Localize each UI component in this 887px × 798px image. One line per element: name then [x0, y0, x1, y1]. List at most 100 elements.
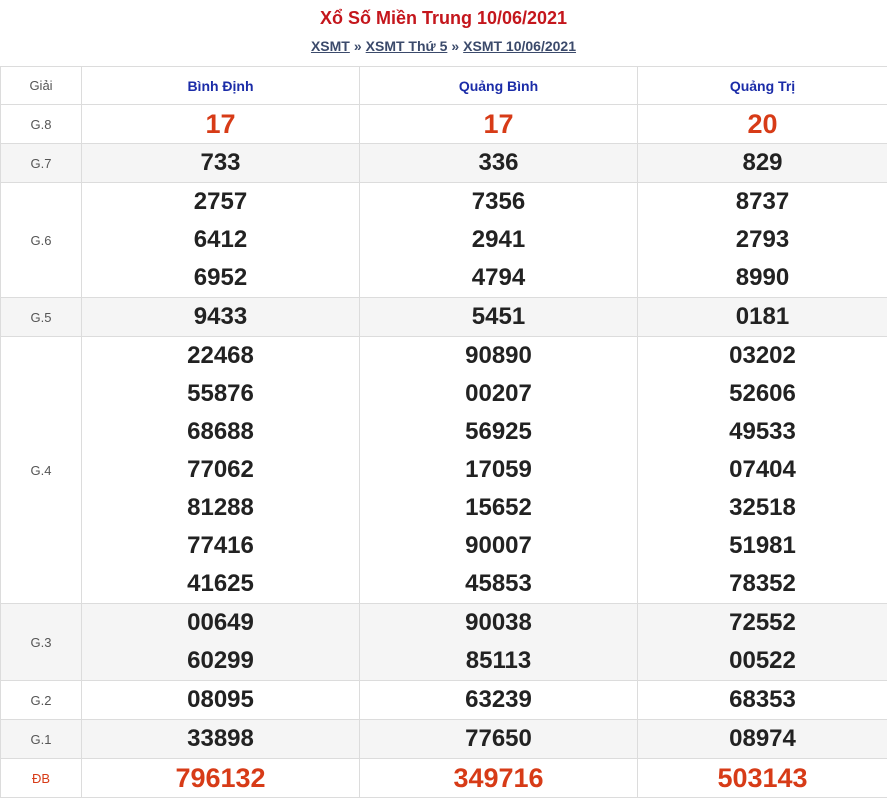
result-cell: 17 [360, 105, 638, 144]
table-row: G.6275764126952735629414794873727938990 [1, 183, 887, 298]
prize-label: G.3 [1, 604, 82, 681]
result-number: 503143 [638, 759, 887, 797]
result-number: 08974 [638, 720, 887, 758]
result-cell: 735629414794 [360, 183, 638, 298]
table-row: G.5943354510181 [1, 298, 887, 337]
results-body: G.8171720G.7733336829G.62757641269527356… [1, 105, 887, 798]
breadcrumb-xsmt-thu5[interactable]: XSMT Thứ 5 [366, 38, 448, 54]
result-cell: 22468558766868877062812887741641625 [82, 337, 360, 604]
result-cell: 20 [638, 105, 887, 144]
result-number: 33898 [82, 720, 359, 758]
result-number: 08095 [82, 681, 359, 719]
result-number: 4794 [360, 259, 637, 297]
result-number: 63239 [360, 681, 637, 719]
result-number: 2793 [638, 221, 887, 259]
result-cell: 9003885113 [360, 604, 638, 681]
result-number: 78352 [638, 565, 887, 603]
prize-label: G.7 [1, 144, 82, 183]
result-number: 7356 [360, 183, 637, 221]
breadcrumb-separator: » [451, 38, 459, 54]
result-cell: 68353 [638, 681, 887, 720]
result-number: 68688 [82, 413, 359, 451]
result-number: 829 [638, 144, 887, 182]
table-row: G.1338987765008974 [1, 720, 887, 759]
result-number: 15652 [360, 489, 637, 527]
result-cell: 275764126952 [82, 183, 360, 298]
result-cell: 7255200522 [638, 604, 887, 681]
prize-column-header: Giải [1, 67, 82, 105]
breadcrumb-xsmt-date[interactable]: XSMT 10/06/2021 [463, 38, 576, 54]
result-number: 51981 [638, 527, 887, 565]
prize-label: G.4 [1, 337, 82, 604]
result-number: 32518 [638, 489, 887, 527]
table-row: G.2080956323968353 [1, 681, 887, 720]
result-cell: 0064960299 [82, 604, 360, 681]
table-row: G.8171720 [1, 105, 887, 144]
result-number: 17059 [360, 451, 637, 489]
breadcrumb-separator: » [354, 38, 362, 54]
result-number: 9433 [82, 298, 359, 336]
result-number: 90038 [360, 604, 637, 642]
result-number: 2941 [360, 221, 637, 259]
prize-label: G.8 [1, 105, 82, 144]
result-number: 17 [360, 105, 637, 143]
result-number: 00207 [360, 375, 637, 413]
results-table: Giải Bình Định Quảng Bình Quảng Trị G.81… [0, 66, 887, 798]
result-number: 77062 [82, 451, 359, 489]
result-cell: 90890002075692517059156529000745853 [360, 337, 638, 604]
result-cell: 873727938990 [638, 183, 887, 298]
breadcrumb: XSMT»XSMT Thứ 5»XSMT 10/06/2021 [0, 38, 887, 54]
result-number: 77416 [82, 527, 359, 565]
result-number: 52606 [638, 375, 887, 413]
result-number: 90007 [360, 527, 637, 565]
breadcrumb-xsmt[interactable]: XSMT [311, 38, 350, 54]
result-number: 60299 [82, 642, 359, 680]
page-title: Xổ Số Miền Trung 10/06/2021 [0, 8, 887, 29]
table-header-row: Giải Bình Định Quảng Bình Quảng Trị [1, 67, 887, 105]
result-number: 5451 [360, 298, 637, 336]
result-cell: 77650 [360, 720, 638, 759]
province-header-binh-dinh[interactable]: Bình Định [82, 67, 360, 105]
result-number: 03202 [638, 337, 887, 375]
province-header-quang-tri[interactable]: Quảng Trị [638, 67, 887, 105]
result-cell: 5451 [360, 298, 638, 337]
result-number: 55876 [82, 375, 359, 413]
result-cell: 0181 [638, 298, 887, 337]
result-number: 796132 [82, 759, 359, 797]
prize-label: G.2 [1, 681, 82, 720]
table-row: G.3006496029990038851137255200522 [1, 604, 887, 681]
result-number: 6412 [82, 221, 359, 259]
result-number: 68353 [638, 681, 887, 719]
page-header: Xổ Số Miền Trung 10/06/2021 XSMT»XSMT Th… [0, 0, 887, 66]
result-number: 17 [82, 105, 359, 143]
result-number: 72552 [638, 604, 887, 642]
result-number: 41625 [82, 565, 359, 603]
result-cell: 733 [82, 144, 360, 183]
result-number: 2757 [82, 183, 359, 221]
result-number: 90890 [360, 337, 637, 375]
result-number: 85113 [360, 642, 637, 680]
province-header-quang-binh[interactable]: Quảng Bình [360, 67, 638, 105]
result-number: 00649 [82, 604, 359, 642]
result-number: 6952 [82, 259, 359, 297]
table-row: G.7733336829 [1, 144, 887, 183]
result-number: 45853 [360, 565, 637, 603]
result-number: 07404 [638, 451, 887, 489]
result-cell: 03202526064953307404325185198178352 [638, 337, 887, 604]
prize-label: G.5 [1, 298, 82, 337]
result-cell: 336 [360, 144, 638, 183]
result-cell: 33898 [82, 720, 360, 759]
result-number: 77650 [360, 720, 637, 758]
result-number: 22468 [82, 337, 359, 375]
prize-label: G.6 [1, 183, 82, 298]
result-cell: 08095 [82, 681, 360, 720]
result-cell: 9433 [82, 298, 360, 337]
result-cell: 63239 [360, 681, 638, 720]
prize-label: G.1 [1, 720, 82, 759]
result-number: 733 [82, 144, 359, 182]
result-number: 349716 [360, 759, 637, 797]
result-cell: 08974 [638, 720, 887, 759]
result-number: 20 [638, 105, 887, 143]
result-number: 00522 [638, 642, 887, 680]
result-number: 81288 [82, 489, 359, 527]
